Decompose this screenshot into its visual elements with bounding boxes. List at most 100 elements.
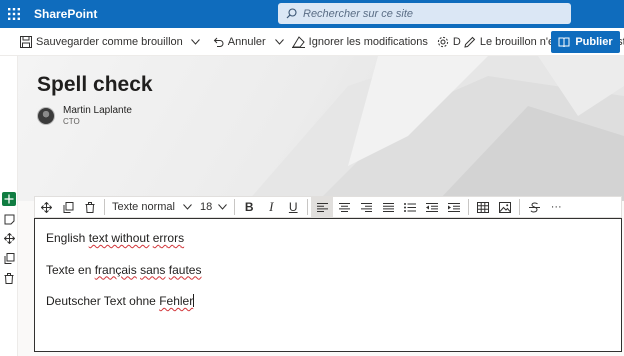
formatting-toolbar: Texte normal 18 B I U ··· — [34, 196, 622, 218]
more-options-button[interactable]: ··· — [545, 197, 567, 217]
divider — [307, 199, 309, 215]
duplicate-webpart-button[interactable] — [57, 197, 79, 217]
chevron-down-icon — [274, 38, 284, 45]
underline-button[interactable]: U — [282, 197, 304, 217]
align-center-button[interactable] — [333, 197, 355, 217]
bullet-list-button[interactable] — [399, 197, 421, 217]
divider — [104, 199, 105, 215]
save-draft-label: Sauvegarder comme brouillon — [36, 35, 183, 48]
bullet-list-icon — [404, 202, 417, 212]
author-byline: Martin Laplante CTO — [37, 105, 132, 127]
command-bar: Sauvegarder comme brouillon Annuler Igno… — [0, 28, 624, 56]
publish-label: Publier — [575, 36, 613, 48]
text-run: Deutscher Text ohne — [46, 294, 160, 308]
paragraph-french[interactable]: Texte en français sans fautes — [46, 263, 610, 279]
text-editor[interactable]: English text without errors Texte en fra… — [34, 218, 622, 352]
flagged-text[interactable]: français — [95, 263, 137, 277]
author-role: CTO — [63, 117, 80, 126]
bold-button[interactable]: B — [238, 197, 260, 217]
delete-section-button[interactable] — [2, 271, 16, 285]
outdent-icon — [426, 202, 439, 212]
font-size-dropdown[interactable]: 18 — [196, 197, 231, 217]
move-section-button[interactable] — [2, 231, 16, 245]
flagged-text[interactable]: sans — [140, 263, 165, 277]
pencil-icon — [464, 36, 476, 48]
text-run: English — [46, 231, 89, 245]
duplicate-section-button[interactable] — [2, 251, 16, 265]
edit-section-button[interactable] — [2, 212, 16, 226]
undo-label: Annuler — [227, 35, 266, 48]
book-icon — [558, 37, 570, 47]
save-options-dropdown[interactable] — [190, 38, 200, 45]
image-icon — [499, 201, 512, 213]
align-right-button[interactable] — [355, 197, 377, 217]
chevron-down-icon — [183, 204, 192, 210]
increase-indent-button[interactable] — [443, 197, 465, 217]
font-size-value: 18 — [199, 201, 213, 213]
add-section-button[interactable] — [2, 192, 16, 206]
author-name: Martin Laplante — [63, 105, 132, 116]
move-webpart-button[interactable] — [35, 197, 57, 217]
divider — [468, 199, 470, 215]
waffle-icon — [8, 8, 20, 20]
save-draft-button[interactable]: Sauvegarder comme brouillon — [20, 28, 183, 56]
section-toolbar — [0, 56, 18, 356]
divider — [519, 199, 521, 215]
page-title[interactable]: Spell check — [37, 73, 153, 97]
justify-icon — [382, 202, 394, 212]
insert-image-button[interactable] — [494, 197, 516, 217]
divider — [234, 199, 236, 215]
copy-icon — [4, 252, 14, 264]
search-icon — [286, 8, 297, 19]
app-launcher-button[interactable] — [0, 0, 28, 28]
align-center-icon — [338, 202, 350, 212]
undo-options-dropdown[interactable] — [274, 38, 284, 45]
move-icon — [40, 201, 52, 213]
undo-icon — [213, 37, 224, 47]
delete-webpart-button[interactable] — [79, 197, 101, 217]
justify-button[interactable] — [377, 197, 399, 217]
flagged-text[interactable]: fautes — [169, 263, 202, 277]
paragraph-english[interactable]: English text without errors — [46, 231, 610, 247]
flagged-text[interactable]: text without — [89, 231, 150, 245]
plus-icon — [4, 194, 14, 204]
italic-button[interactable]: I — [260, 197, 282, 217]
text-style-value: Texte normal — [112, 201, 175, 213]
text-run: Texte en — [46, 262, 95, 277]
discard-label: Ignorer les modifications — [308, 35, 428, 48]
text-cursor — [193, 294, 195, 307]
suite-bar: SharePoint Rechercher sur ce site — [0, 0, 624, 28]
discard-icon — [291, 35, 305, 48]
flagged-text[interactable]: Fehler — [159, 294, 193, 308]
align-left-button[interactable] — [311, 197, 334, 217]
copy-icon — [63, 201, 73, 213]
save-icon — [20, 35, 32, 48]
page-details-button[interactable]: D — [437, 28, 461, 56]
gear-icon — [437, 36, 449, 47]
details-label: D — [452, 35, 461, 48]
avatar — [37, 107, 55, 125]
align-right-icon — [360, 202, 372, 212]
app-name[interactable]: SharePoint — [34, 7, 97, 21]
trash-icon — [4, 272, 14, 284]
move-icon — [3, 232, 15, 244]
align-left-icon — [316, 202, 328, 212]
table-icon — [477, 201, 490, 213]
paragraph-german[interactable]: Deutscher Text ohne Fehler — [46, 294, 610, 310]
search-placeholder: Rechercher sur ce site — [303, 7, 414, 20]
edit-section-icon — [4, 214, 14, 224]
trash-icon — [85, 201, 95, 213]
chevron-down-icon — [190, 38, 200, 45]
decrease-indent-button[interactable] — [421, 197, 443, 217]
flagged-text[interactable]: errors — [153, 231, 184, 245]
chevron-down-icon — [218, 204, 228, 210]
strikethrough-button[interactable] — [523, 197, 545, 217]
undo-button[interactable]: Annuler — [212, 28, 266, 56]
discard-changes-button[interactable]: Ignorer les modifications — [291, 28, 428, 56]
insert-table-button[interactable] — [472, 197, 494, 217]
search-box[interactable]: Rechercher sur ce site — [278, 3, 571, 24]
publish-button[interactable]: Publier — [551, 31, 620, 53]
text-style-dropdown[interactable]: Texte normal — [108, 197, 196, 217]
strikethrough-icon — [528, 201, 540, 212]
indent-icon — [448, 202, 461, 212]
